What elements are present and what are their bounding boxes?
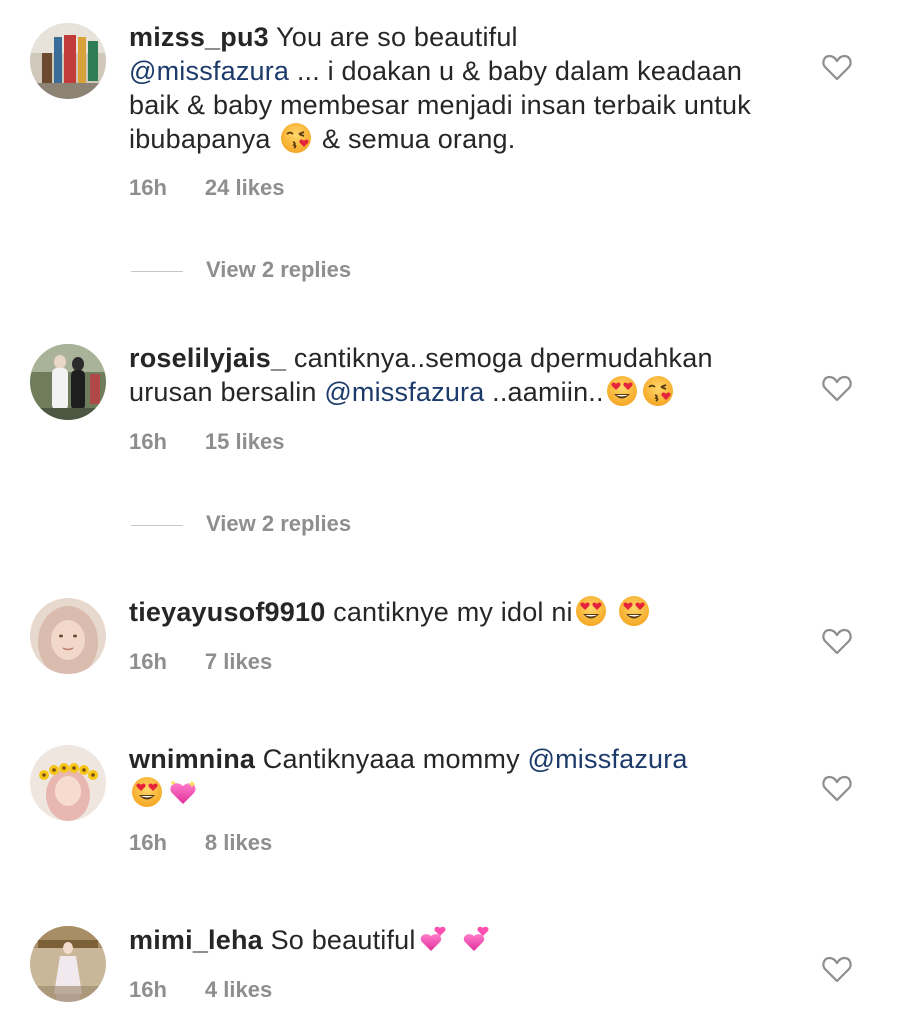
comment-likes[interactable]: 7 likes (205, 649, 272, 674)
smiling-face-heart-eyes-emoji (618, 595, 650, 627)
mention-link[interactable]: @missfazura (324, 377, 484, 407)
comment-text-part: You are so beautiful (268, 22, 518, 52)
heart-outline-icon[interactable] (821, 52, 853, 82)
comment-time: 16h (129, 977, 167, 1002)
comment-username[interactable]: tieyayusof9910 (129, 597, 325, 627)
view-replies-label[interactable]: View 2 replies (206, 511, 351, 537)
comment-text-part: cantiknye my idol ni (325, 597, 573, 627)
heart-outline-icon[interactable] (821, 773, 853, 803)
comment-meta: 16h 24 likes (129, 175, 284, 201)
avatar[interactable] (30, 926, 106, 1002)
comment-time: 16h (129, 649, 167, 674)
mention-link[interactable]: @missfazura (528, 744, 688, 774)
view-replies-label[interactable]: View 2 replies (206, 257, 351, 283)
revolving-hearts-emoji (418, 923, 450, 955)
comment-text: roselilyjais_ cantiknya..semoga dpermuda… (129, 341, 789, 409)
heart-outline-icon[interactable] (821, 954, 853, 984)
comment-time: 16h (129, 175, 167, 200)
comment-text: tieyayusof9910 cantiknye my idol ni (129, 595, 789, 629)
comment-time: 16h (129, 830, 167, 855)
comment-text: mimi_leha So beautiful (129, 923, 789, 957)
comment-meta: 16h 8 likes (129, 830, 272, 856)
comment-meta: 16h 4 likes (129, 977, 272, 1003)
comment-username[interactable]: roselilyjais_ (129, 343, 286, 373)
sparkling-heart-emoji (167, 776, 199, 808)
comment-text: mizss_pu3 You are so beautiful @missfazu… (129, 20, 789, 156)
smiling-face-heart-eyes-emoji (575, 595, 607, 627)
face-blowing-kiss-emoji (280, 122, 312, 154)
comment-username[interactable]: mizss_pu3 (129, 22, 269, 52)
comment-likes[interactable]: 8 likes (205, 830, 272, 855)
comment-text-part: Cantiknyaaa mommy (255, 744, 528, 774)
smiling-face-heart-eyes-emoji (131, 776, 163, 808)
avatar[interactable] (30, 23, 106, 99)
avatar[interactable] (30, 344, 106, 420)
comment-text-part: & semua orang. (314, 124, 516, 154)
replies-divider (131, 525, 183, 526)
comment-likes[interactable]: 24 likes (205, 175, 285, 200)
comment-text-part: ..aamiin.. (484, 377, 604, 407)
comment-likes[interactable]: 4 likes (205, 977, 272, 1002)
comment-likes[interactable]: 15 likes (205, 429, 285, 454)
avatar[interactable] (30, 598, 106, 674)
revolving-hearts-emoji (461, 923, 493, 955)
heart-outline-icon[interactable] (821, 373, 853, 403)
comment-meta: 16h 15 likes (129, 429, 284, 455)
comment-text: wnimnina Cantiknyaaa mommy @missfazura (129, 742, 789, 810)
comment-username[interactable]: wnimnina (129, 744, 255, 774)
avatar[interactable] (30, 745, 106, 821)
comment-text-part: So beautiful (262, 925, 416, 955)
smiling-face-heart-eyes-emoji (606, 375, 638, 407)
mention-link[interactable]: @missfazura (129, 56, 289, 86)
face-blowing-kiss-emoji (642, 375, 674, 407)
comment-time: 16h (129, 429, 167, 454)
replies-divider (131, 271, 183, 272)
comment-username[interactable]: mimi_leha (129, 925, 263, 955)
comment-meta: 16h 7 likes (129, 649, 272, 675)
heart-outline-icon[interactable] (821, 626, 853, 656)
